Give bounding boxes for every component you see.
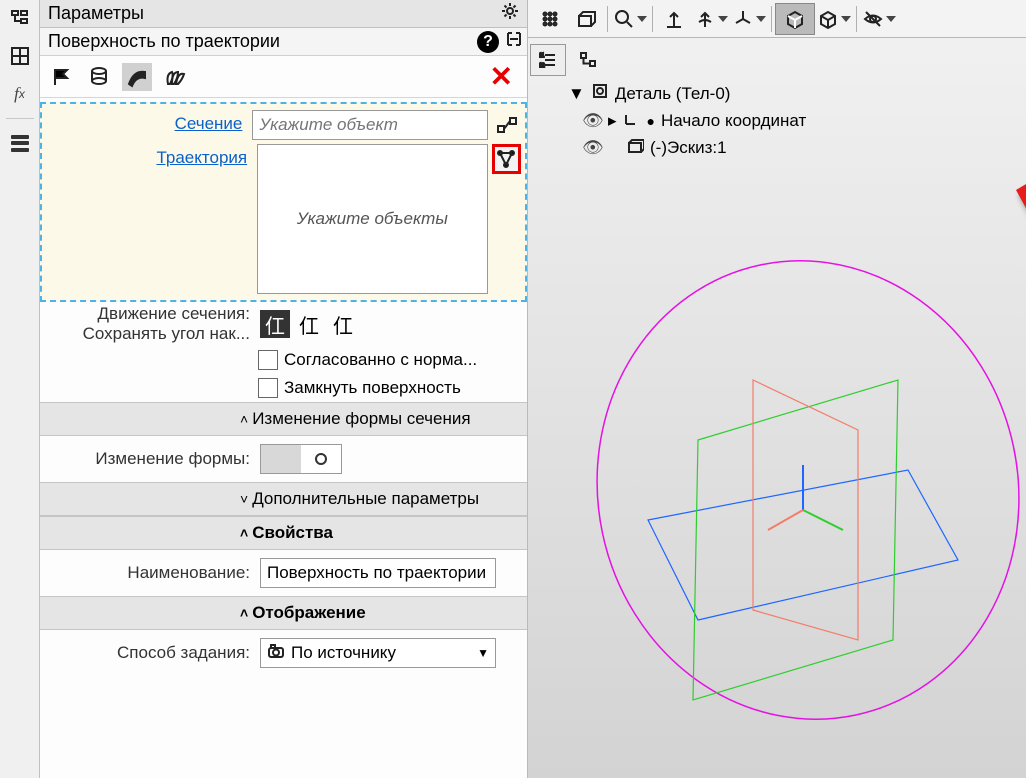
grid-panel-icon[interactable] — [6, 42, 34, 70]
viewport[interactable]: 1112 ▼ Деталь (Тел-0) 👁 ▸ ● Начало коорд… — [528, 0, 1026, 778]
display-section-head[interactable]: ˄ Отображение — [40, 596, 527, 630]
trajectory-link[interactable]: Траектория — [156, 148, 247, 167]
chevron-down-icon: ▼ — [477, 646, 489, 660]
close-surface-checkbox[interactable] — [258, 378, 278, 398]
method-dropdown[interactable]: По источнику ▼ — [260, 638, 496, 668]
move-opt-3[interactable]: 仜 — [328, 310, 358, 338]
chevron-up-icon: ˄ — [240, 411, 248, 427]
move-opt-2[interactable]: 仜 — [294, 310, 324, 338]
close-icon[interactable]: ✕ — [490, 60, 513, 93]
mode-flag-icon[interactable] — [46, 63, 76, 91]
left-vertical-toolbar: fx — [0, 0, 40, 778]
collapse-panel-icon[interactable] — [505, 30, 523, 53]
properties-panel: Параметры Поверхность по траектории ? ✕ … — [40, 0, 528, 778]
mode-tab-row: ✕ — [40, 56, 527, 98]
normals-checkbox-label: Согласованно с норма... — [284, 350, 477, 370]
section-sketch-icon[interactable] — [492, 110, 521, 140]
section-input[interactable] — [252, 110, 488, 140]
change-form-section-head[interactable]: ˄ Изменение формы сечения — [40, 402, 527, 436]
change-form-opt-on[interactable] — [301, 445, 341, 473]
gear-icon[interactable] — [501, 2, 519, 25]
mode-fan-icon[interactable] — [160, 63, 190, 91]
scene-svg — [528, 0, 1026, 778]
method-label: Способ задания: — [44, 643, 256, 663]
change-form-label: Изменение формы: — [44, 449, 256, 469]
trajectory-row: Траектория Укажите объекты — [42, 142, 525, 296]
section-link[interactable]: Сечение — [175, 114, 243, 133]
panel-title: Параметры — [48, 3, 144, 24]
extra-section-head[interactable]: ˅ Дополнительные параметры — [40, 482, 527, 516]
props-section-head[interactable]: ˄ Свойства — [40, 516, 527, 550]
normals-checkbox-row: Согласованно с норма... — [40, 346, 527, 374]
chevron-down-icon: ˅ — [240, 491, 248, 507]
change-form-opt-off[interactable] — [261, 445, 301, 473]
hamburger-menu-icon[interactable] — [6, 129, 34, 157]
camera-icon — [267, 642, 285, 665]
selection-block: Сечение Траектория Укажите объекты — [40, 102, 527, 302]
keep-angle-label: Сохранять угол нак... — [83, 324, 250, 343]
move-opt-1[interactable]: 仜 — [260, 310, 290, 338]
change-form-toggle — [260, 444, 342, 474]
method-row: Способ задания: По источнику ▼ — [40, 630, 527, 676]
move-section-label: Движение сечения: — [98, 304, 250, 323]
chevron-up-icon: ˄ — [240, 605, 248, 621]
name-input[interactable] — [260, 558, 496, 588]
section-row: Сечение — [42, 108, 525, 142]
panel-header: Параметры — [40, 0, 527, 28]
close-surface-checkbox-label: Замкнуть поверхность — [284, 378, 461, 398]
help-icon[interactable]: ? — [477, 31, 499, 53]
panel-subtitle-row: Поверхность по траектории ? — [40, 28, 527, 56]
move-section-segmented: 仜 仜 仜 — [260, 310, 358, 338]
normals-checkbox[interactable] — [258, 350, 278, 370]
mode-sweep-icon[interactable] — [122, 63, 152, 91]
name-row: Наименование: — [40, 550, 527, 596]
name-label: Наименование: — [44, 563, 256, 583]
chevron-up-icon: ˄ — [240, 525, 248, 541]
move-section-row: Движение сечения: Сохранять угол нак... … — [40, 302, 527, 346]
fx-variables-icon[interactable]: fx — [6, 80, 34, 108]
trajectory-input[interactable]: Укажите объекты — [257, 144, 487, 294]
tree-outline-icon[interactable] — [6, 4, 34, 32]
form-area: Сечение Траектория Укажите объекты Движе… — [40, 98, 527, 680]
trajectory-curve-icon[interactable] — [492, 144, 521, 174]
panel-subtitle: Поверхность по траектории — [48, 31, 280, 52]
mode-cylinder-icon[interactable] — [84, 63, 114, 91]
close-surface-checkbox-row: Замкнуть поверхность — [40, 374, 527, 402]
change-form-row: Изменение формы: — [40, 436, 527, 482]
